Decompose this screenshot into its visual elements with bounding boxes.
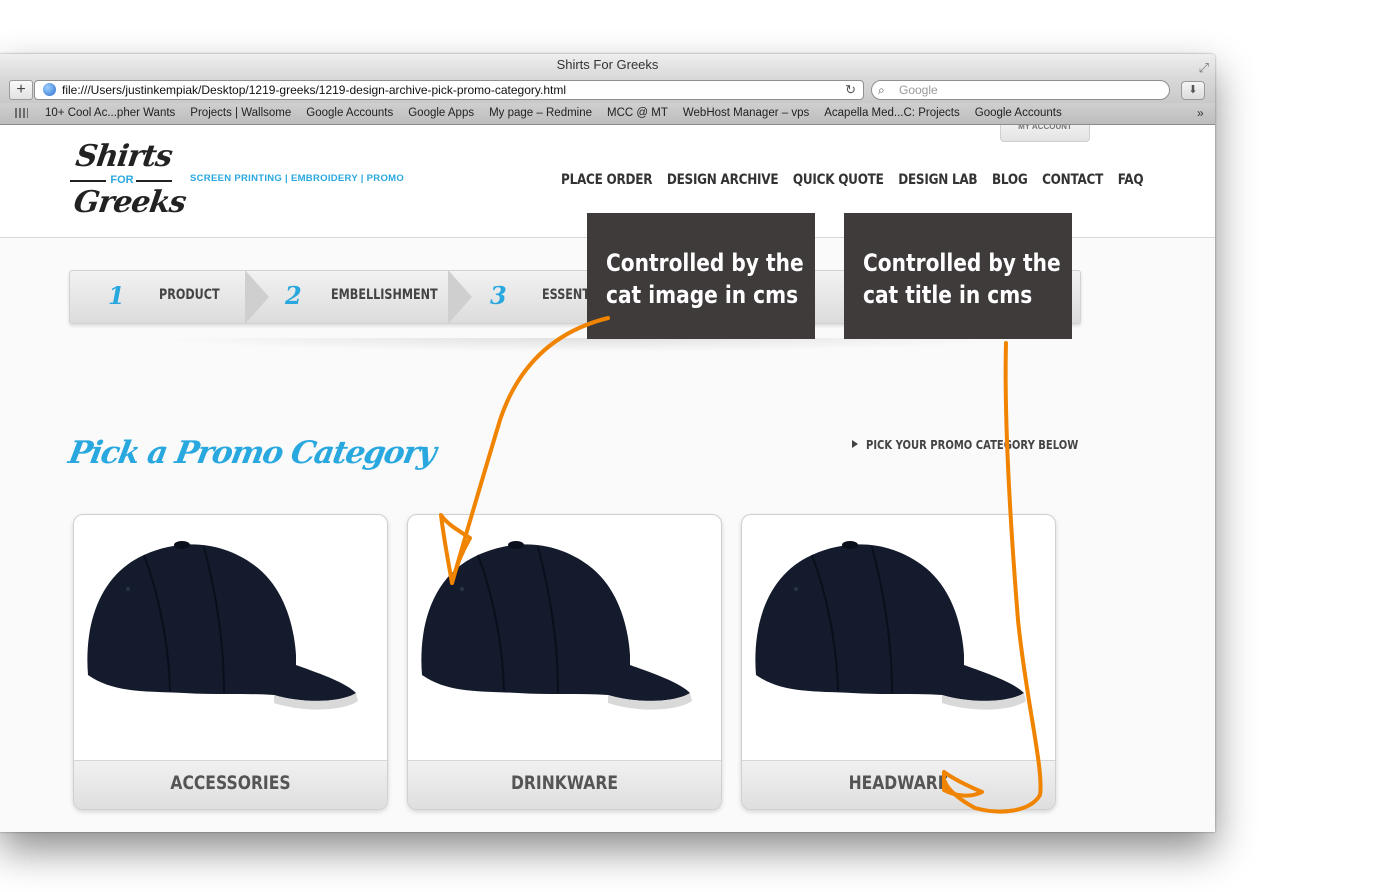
step-number: 1 (108, 281, 125, 310)
category-card-drinkware[interactable]: DRINKWARE (407, 514, 722, 810)
nav-contact[interactable]: CONTACT (1042, 172, 1103, 188)
site-tagline: SCREEN PRINTING | EMBROIDERY | PROMO (190, 173, 405, 184)
category-title: DRINKWARE (510, 772, 619, 794)
nav-faq[interactable]: FAQ (1118, 172, 1144, 188)
annotation-text: Controlled by the cat image in cms (606, 247, 808, 311)
browser-toolbar: + file:///Users/justinkempiak/Desktop/12… (0, 78, 1215, 103)
search-input[interactable]: ⌕ Google (871, 80, 1170, 100)
annotation-line: cat title in cms (863, 281, 1033, 309)
logo-shirts: Shirts (73, 139, 174, 174)
address-bar[interactable]: file:///Users/justinkempiak/Desktop/1219… (34, 80, 864, 100)
annotation-text: Controlled by the cat title in cms (863, 247, 1065, 311)
search-placeholder: Google (899, 83, 938, 97)
step-label: EMBELLISHMENT (331, 287, 438, 303)
category-title: ACCESSORIES (170, 772, 291, 794)
downloads-icon[interactable]: ⬇ (1181, 81, 1205, 100)
card-footer: ACCESSORIES (74, 760, 387, 809)
bookmark-item[interactable]: Google Accounts (306, 107, 393, 119)
add-bookmark-button[interactable]: + (9, 80, 33, 100)
card-footer: HEADWARE (742, 760, 1055, 809)
step-label: PRODUCT (159, 287, 220, 303)
search-icon: ⌕ (878, 83, 885, 97)
category-card-headware[interactable]: HEADWARE (741, 514, 1056, 810)
annotation-line: cat image in cms (606, 281, 799, 309)
bookmarks-bar: 10+ Cool Ac...pher Wants Projects | Walls… (0, 103, 1215, 125)
globe-icon (43, 83, 56, 96)
category-card-accessories[interactable]: ACCESSORIES (73, 514, 388, 810)
bookmark-item[interactable]: Google Apps (408, 107, 474, 119)
cap-image (87, 541, 358, 710)
nav-quick-quote[interactable]: QUICK QUOTE (793, 172, 884, 188)
annotation-cat-image: Controlled by the cat image in cms (587, 213, 815, 339)
nav-blog[interactable]: BLOG (992, 172, 1028, 188)
annotation-line: Controlled by the (606, 249, 804, 277)
my-account-button[interactable]: MY ACCOUNT (1000, 125, 1090, 142)
cap-image (755, 541, 1026, 710)
step-product[interactable]: 1 PRODUCT (70, 271, 245, 323)
bookmark-item[interactable]: Google Accounts (975, 107, 1062, 119)
bookmark-item[interactable]: Projects | Wallsome (190, 107, 291, 119)
browser-window: Shirts For Greeks ⤢ + file:///Users/just… (0, 54, 1215, 832)
card-footer: DRINKWARE (408, 760, 721, 809)
section-divider (150, 338, 1030, 352)
cap-image (421, 541, 692, 710)
more-bookmarks-icon[interactable]: » (1197, 103, 1204, 123)
site-logo[interactable]: Shirts FOR Greeks (70, 137, 188, 223)
page-hint: PICK YOUR PROMO CATEGORY BELOW (866, 437, 1079, 452)
step-number: 2 (285, 281, 302, 310)
logo-greeks: Greeks (71, 185, 188, 220)
url-text[interactable]: file:///Users/justinkempiak/Desktop/1219… (62, 81, 566, 99)
annotation-line: Controlled by the (863, 249, 1061, 277)
fullscreen-icon[interactable]: ⤢ (1199, 57, 1209, 79)
step-embellishment[interactable]: 2 EMBELLISHMENT (270, 271, 450, 323)
top-sites-icon[interactable] (15, 108, 28, 118)
window-title: Shirts For Greeks (556, 57, 659, 72)
bookmark-item[interactable]: 10+ Cool Ac...pher Wants (45, 107, 175, 119)
annotation-cat-title: Controlled by the cat title in cms (844, 213, 1072, 339)
logo-rule (136, 180, 172, 182)
step-separator (245, 270, 269, 324)
bookmark-item[interactable]: My page – Redmine (489, 107, 592, 119)
nav-design-archive[interactable]: DESIGN ARCHIVE (667, 172, 779, 188)
bookmark-list: 10+ Cool Ac...pher Wants Projects | Walls… (45, 103, 1077, 123)
bookmark-item[interactable]: Acapella Med...C: Projects (824, 107, 960, 119)
main-nav: PLACE ORDER DESIGN ARCHIVE QUICK QUOTE DESI… (561, 172, 1158, 188)
reload-icon[interactable]: ↻ (845, 81, 856, 99)
step-separator (448, 270, 472, 324)
category-title: HEADWARE (848, 772, 949, 794)
title-bar: Shirts For Greeks ⤢ (0, 54, 1215, 78)
nav-design-lab[interactable]: DESIGN LAB (898, 172, 977, 188)
play-arrow-icon (852, 440, 858, 448)
step-number: 3 (490, 281, 507, 310)
bookmark-item[interactable]: WebHost Manager – vps (683, 107, 809, 119)
nav-place-order[interactable]: PLACE ORDER (561, 172, 652, 188)
bookmark-item[interactable]: MCC @ MT (607, 107, 668, 119)
page-title: Pick a Promo Category (65, 435, 438, 471)
